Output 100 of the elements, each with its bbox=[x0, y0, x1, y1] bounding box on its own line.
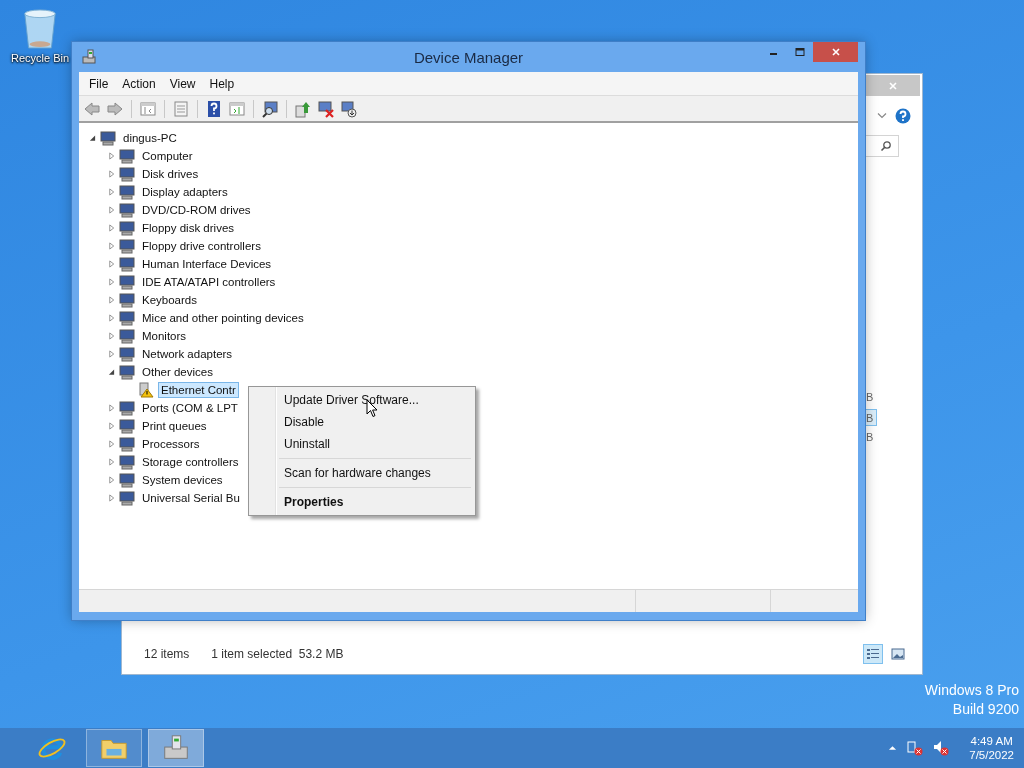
tree-item[interactable]: Mice and other pointing devices bbox=[139, 310, 307, 326]
expand-arrow-icon[interactable] bbox=[108, 494, 115, 502]
device-icon bbox=[119, 274, 135, 290]
status-text: 1 item selected 53.2 MB bbox=[211, 647, 344, 661]
expand-arrow-icon[interactable] bbox=[108, 296, 115, 304]
chevron-down-icon[interactable] bbox=[877, 112, 887, 119]
tree-item[interactable]: Floppy drive controllers bbox=[139, 238, 264, 254]
device-icon bbox=[119, 472, 135, 488]
menu-item[interactable]: Disable bbox=[251, 411, 473, 433]
expand-arrow-icon[interactable] bbox=[108, 314, 115, 322]
console-tree-icon[interactable] bbox=[139, 99, 157, 118]
device-icon bbox=[119, 292, 135, 308]
menu-item[interactable]: Action bbox=[115, 74, 163, 93]
action-pane-icon[interactable] bbox=[228, 99, 246, 118]
network-error-icon[interactable] bbox=[907, 740, 924, 756]
device-icon bbox=[119, 364, 135, 380]
device-icon bbox=[119, 436, 135, 452]
menu-item[interactable]: View bbox=[162, 74, 203, 93]
tree-item[interactable]: Computer bbox=[139, 148, 196, 164]
expand-arrow-icon[interactable] bbox=[108, 476, 115, 484]
tree-item[interactable]: Ethernet Contr bbox=[158, 382, 239, 398]
menu-item[interactable]: Help bbox=[202, 74, 242, 93]
forward-arrow-icon[interactable] bbox=[106, 99, 124, 118]
expand-arrow-icon[interactable] bbox=[108, 350, 115, 358]
tree-item[interactable]: Human Interface Devices bbox=[139, 256, 275, 272]
device-icon bbox=[119, 184, 135, 200]
device-manager-icon bbox=[81, 49, 97, 65]
expand-arrow-icon[interactable] bbox=[108, 422, 115, 430]
device-icon bbox=[119, 346, 135, 362]
list-cell[interactable]: B bbox=[866, 429, 877, 446]
device-icon bbox=[119, 202, 135, 218]
tree-item[interactable]: Storage controllers bbox=[139, 454, 242, 470]
menu-item[interactable]: Uninstall bbox=[251, 433, 473, 455]
tree-item[interactable]: System devices bbox=[139, 472, 226, 488]
menu-item[interactable]: Scan for hardware changes bbox=[251, 462, 473, 484]
collapse-arrow-icon[interactable] bbox=[89, 134, 96, 142]
uninstall-icon[interactable] bbox=[317, 99, 335, 118]
details-view-icon bbox=[866, 647, 880, 661]
expand-arrow-icon[interactable] bbox=[108, 170, 115, 178]
speaker-muted-icon[interactable] bbox=[933, 740, 950, 756]
folder-taskbar-button[interactable] bbox=[86, 729, 142, 767]
menu-item[interactable]: File bbox=[82, 74, 116, 93]
tree-item[interactable]: Disk drives bbox=[139, 166, 202, 182]
tree-item[interactable]: Display adapters bbox=[139, 184, 231, 200]
expand-arrow-icon[interactable] bbox=[108, 278, 115, 286]
tree-item[interactable]: Print queues bbox=[139, 418, 210, 434]
scan-hardware-icon[interactable] bbox=[261, 99, 279, 118]
tree-item[interactable]: Monitors bbox=[139, 328, 190, 344]
tree-item[interactable]: Processors bbox=[139, 436, 203, 452]
properties-icon[interactable] bbox=[172, 99, 190, 118]
device-manager-taskbar-button[interactable] bbox=[148, 729, 204, 767]
clock-date: 7/5/2022 bbox=[969, 749, 1014, 761]
expand-arrow-icon[interactable] bbox=[108, 404, 115, 412]
details-view-button[interactable] bbox=[863, 644, 883, 664]
list-cell[interactable]: B bbox=[866, 389, 877, 406]
back-arrow-icon[interactable] bbox=[83, 99, 101, 118]
enable-device-icon[interactable] bbox=[340, 99, 358, 118]
device-icon bbox=[119, 490, 135, 506]
tree-item[interactable]: Floppy disk drives bbox=[139, 220, 238, 236]
device-icon bbox=[119, 220, 135, 236]
tree-item[interactable]: Ports (COM & LPT bbox=[139, 400, 241, 416]
device-icon bbox=[119, 400, 135, 416]
tree-item[interactable]: dingus-PC bbox=[120, 130, 180, 146]
tree-item[interactable]: Other devices bbox=[139, 364, 216, 380]
edition-text: Build 9200 bbox=[952, 701, 1019, 717]
tree-item[interactable]: Keyboards bbox=[139, 292, 200, 308]
tree-item[interactable]: Universal Serial Bu bbox=[139, 490, 243, 506]
device-icon bbox=[100, 130, 116, 146]
status-text: 12 items bbox=[144, 647, 190, 661]
device-icon bbox=[119, 418, 135, 434]
close-button[interactable] bbox=[866, 75, 920, 96]
expand-arrow-icon[interactable] bbox=[108, 152, 115, 160]
device-icon bbox=[119, 238, 135, 254]
clock[interactable]: 4:49 AM 7/5/2022 bbox=[969, 735, 1014, 761]
clock-time: 4:49 AM bbox=[970, 735, 1013, 747]
menu-item[interactable]: Properties bbox=[251, 491, 473, 513]
tree-item[interactable]: DVD/CD-ROM drives bbox=[139, 202, 254, 218]
expand-arrow-icon[interactable] bbox=[108, 458, 115, 466]
device-icon bbox=[119, 328, 135, 344]
expand-arrow-icon[interactable] bbox=[108, 242, 115, 250]
help-icon[interactable] bbox=[895, 108, 911, 124]
desktop-icon-label[interactable]: Recycle Bin bbox=[10, 52, 70, 64]
expand-arrow-icon[interactable] bbox=[108, 188, 115, 196]
expand-arrow-icon[interactable] bbox=[108, 224, 115, 232]
help-icon[interactable] bbox=[205, 99, 223, 118]
expand-arrow-icon[interactable] bbox=[108, 332, 115, 340]
image-icon bbox=[891, 647, 905, 661]
tree-item[interactable]: IDE ATA/ATAPI controllers bbox=[139, 274, 279, 290]
maximize-icon bbox=[794, 47, 805, 57]
menu-item[interactable]: Update Driver Software... bbox=[251, 389, 473, 411]
tree-item[interactable]: Network adapters bbox=[139, 346, 236, 362]
search-icon bbox=[880, 140, 892, 152]
window-title: Device Manager bbox=[413, 48, 524, 66]
expand-arrow-icon[interactable] bbox=[108, 206, 115, 214]
expand-arrow-icon[interactable] bbox=[108, 260, 115, 268]
close-icon bbox=[888, 80, 898, 91]
recycle-bin-icon[interactable] bbox=[21, 6, 59, 52]
edition-text: Windows 8 Pro bbox=[924, 682, 1019, 698]
collapse-arrow-icon[interactable] bbox=[108, 368, 115, 376]
expand-arrow-icon[interactable] bbox=[108, 440, 115, 448]
